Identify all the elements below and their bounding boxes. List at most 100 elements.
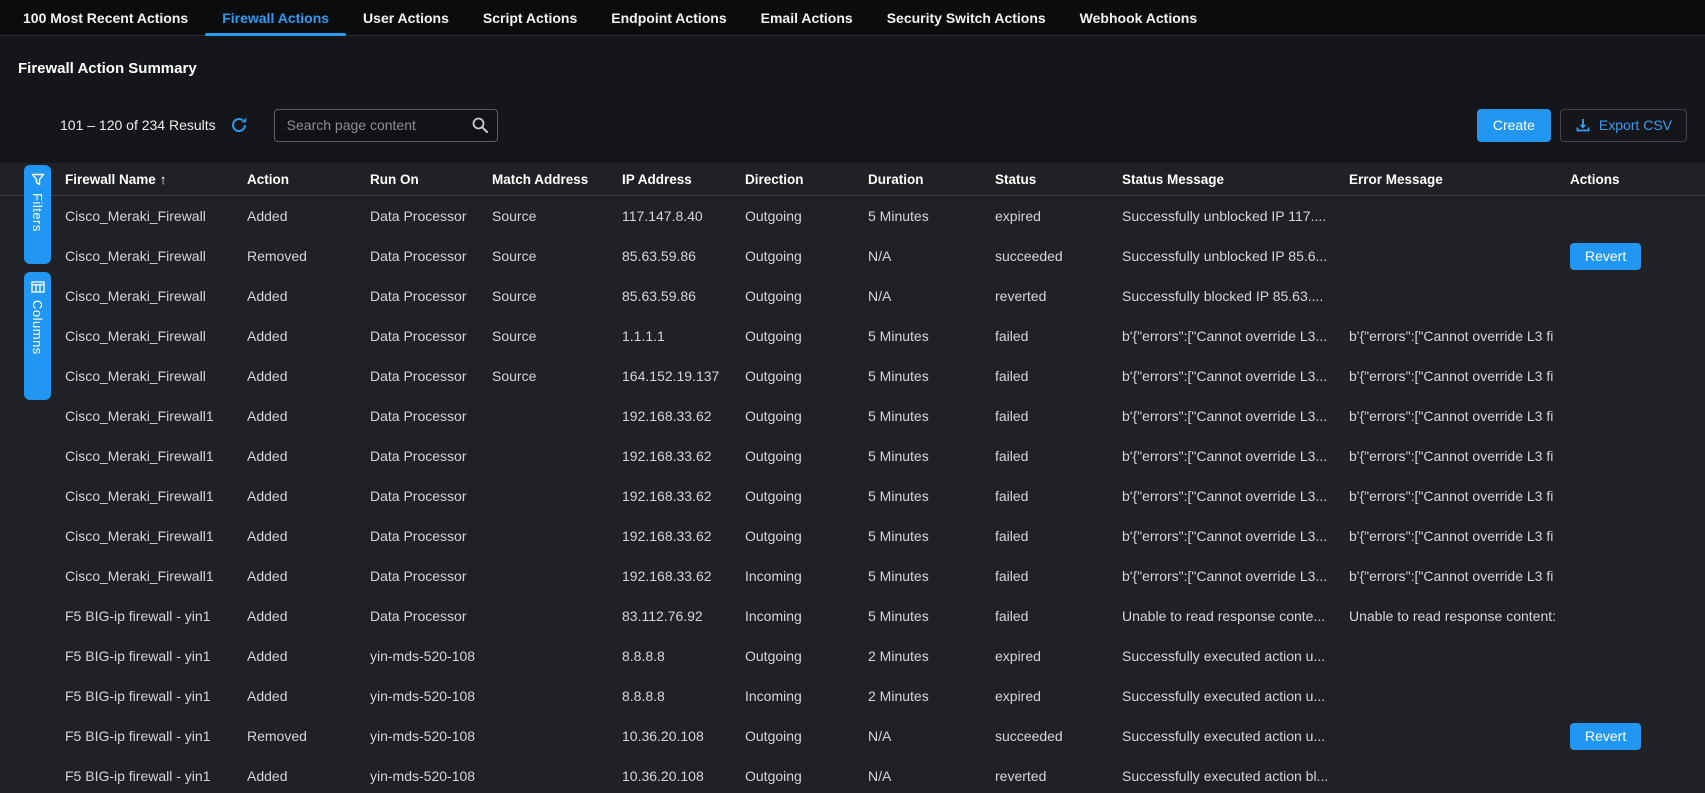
- table-row: Cisco_Meraki_Firewall Removed Data Proce…: [0, 236, 1705, 276]
- column-header-run-on[interactable]: Run On: [370, 172, 492, 187]
- cell-error-message: b'{"errors":["Cannot override L3 fi: [1349, 408, 1570, 424]
- cell-status: expired: [995, 208, 1122, 224]
- table-row: Cisco_Meraki_Firewall Added Data Process…: [0, 356, 1705, 396]
- cell-run-on: Data Processor: [370, 288, 492, 304]
- cell-direction: Outgoing: [745, 728, 868, 744]
- cell-status-message: b'{"errors":["Cannot override L3...: [1122, 528, 1349, 544]
- table-row: Cisco_Meraki_Firewall Added Data Process…: [0, 196, 1705, 236]
- cell-run-on: Data Processor: [370, 608, 492, 624]
- cell-status-message: Successfully executed action u...: [1122, 728, 1349, 744]
- column-header-status-message[interactable]: Status Message: [1122, 172, 1349, 187]
- cell-status-message: Unable to read response conte...: [1122, 608, 1349, 624]
- cell-action: Added: [247, 568, 370, 584]
- cell-duration: N/A: [868, 288, 995, 304]
- cell-status-message: Successfully blocked IP 85.63....: [1122, 288, 1349, 304]
- cell-firewall-name: Cisco_Meraki_Firewall: [65, 248, 247, 264]
- cell-run-on: yin-mds-520-108: [370, 648, 492, 664]
- column-header-actions: Actions: [1570, 172, 1705, 187]
- cell-firewall-name: Cisco_Meraki_Firewall1: [65, 448, 247, 464]
- cell-ip-address: 8.8.8.8: [622, 688, 745, 704]
- cell-action: Added: [247, 328, 370, 344]
- revert-button[interactable]: Revert: [1570, 243, 1641, 270]
- sidebar-tab-columns[interactable]: Columns: [24, 272, 51, 400]
- toolbar: 101 – 120 of 234 Results Create: [0, 108, 1705, 142]
- create-button[interactable]: Create: [1477, 109, 1551, 142]
- tab-firewall-actions[interactable]: Firewall Actions: [205, 0, 346, 35]
- results-count: 101 – 120 of 234 Results: [60, 117, 216, 133]
- export-csv-label: Export CSV: [1599, 117, 1672, 133]
- cell-direction: Outgoing: [745, 768, 868, 784]
- cell-duration: 5 Minutes: [868, 208, 995, 224]
- cell-run-on: yin-mds-520-108: [370, 728, 492, 744]
- column-header-direction[interactable]: Direction: [745, 172, 868, 187]
- cell-direction: Outgoing: [745, 288, 868, 304]
- cell-status: failed: [995, 488, 1122, 504]
- tab-100-most-recent-actions[interactable]: 100 Most Recent Actions: [6, 0, 205, 35]
- column-header-firewall-name[interactable]: Firewall Name ↑: [65, 172, 247, 187]
- tab-email-actions[interactable]: Email Actions: [744, 0, 870, 35]
- column-header-match-address[interactable]: Match Address: [492, 172, 622, 187]
- column-header-action[interactable]: Action: [247, 172, 370, 187]
- search-box: [274, 109, 498, 142]
- cell-firewall-name: F5 BIG-ip firewall - yin1: [65, 728, 247, 744]
- revert-button[interactable]: Revert: [1570, 723, 1641, 750]
- cell-duration: 5 Minutes: [868, 448, 995, 464]
- cell-firewall-name: Cisco_Meraki_Firewall: [65, 208, 247, 224]
- cell-ip-address: 192.168.33.62: [622, 448, 745, 464]
- cell-firewall-name: F5 BIG-ip firewall - yin1: [65, 608, 247, 624]
- cell-status: failed: [995, 608, 1122, 624]
- cell-duration: N/A: [868, 248, 995, 264]
- cell-direction: Incoming: [745, 608, 868, 624]
- cell-direction: Outgoing: [745, 368, 868, 384]
- tab-user-actions[interactable]: User Actions: [346, 0, 466, 35]
- table-row: F5 BIG-ip firewall - yin1 Added Data Pro…: [0, 596, 1705, 636]
- cell-action: Added: [247, 448, 370, 464]
- cell-direction: Outgoing: [745, 648, 868, 664]
- cell-direction: Outgoing: [745, 448, 868, 464]
- sidebar-tab-filters-label: Filters: [30, 193, 45, 232]
- cell-status-message: Successfully executed action u...: [1122, 688, 1349, 704]
- cell-match-address: Source: [492, 208, 622, 224]
- cell-error-message: b'{"errors":["Cannot override L3 fi: [1349, 568, 1570, 584]
- top-nav: 100 Most Recent Actions Firewall Actions…: [0, 0, 1705, 36]
- tab-webhook-actions[interactable]: Webhook Actions: [1063, 0, 1214, 35]
- cell-ip-address: 85.63.59.86: [622, 248, 745, 264]
- cell-status-message: Successfully unblocked IP 117....: [1122, 208, 1349, 224]
- cell-status: failed: [995, 368, 1122, 384]
- tab-endpoint-actions[interactable]: Endpoint Actions: [594, 0, 743, 35]
- cell-error-message: b'{"errors":["Cannot override L3 fi: [1349, 328, 1570, 344]
- cell-status: failed: [995, 528, 1122, 544]
- search-icon[interactable]: [471, 116, 489, 134]
- cell-status: failed: [995, 448, 1122, 464]
- cell-firewall-name: Cisco_Meraki_Firewall1: [65, 568, 247, 584]
- search-input[interactable]: [274, 109, 498, 142]
- cell-run-on: Data Processor: [370, 248, 492, 264]
- column-header-error-message[interactable]: Error Message: [1349, 172, 1570, 187]
- table-header-row: Firewall Name ↑ Action Run On Match Addr…: [0, 163, 1705, 196]
- cell-run-on: Data Processor: [370, 328, 492, 344]
- cell-action: Added: [247, 368, 370, 384]
- cell-duration: 5 Minutes: [868, 488, 995, 504]
- cell-direction: Outgoing: [745, 328, 868, 344]
- column-header-duration[interactable]: Duration: [868, 172, 995, 187]
- column-header-status[interactable]: Status: [995, 172, 1122, 187]
- cell-error-message: b'{"errors":["Cannot override L3 fi: [1349, 488, 1570, 504]
- table-row: Cisco_Meraki_Firewall Added Data Process…: [0, 276, 1705, 316]
- cell-duration: 5 Minutes: [868, 528, 995, 544]
- tab-security-switch-actions[interactable]: Security Switch Actions: [870, 0, 1063, 35]
- export-csv-button[interactable]: Export CSV: [1560, 109, 1687, 142]
- cell-run-on: yin-mds-520-108: [370, 688, 492, 704]
- sidebar-tab-filters[interactable]: Filters: [24, 165, 51, 264]
- refresh-icon[interactable]: [230, 116, 248, 134]
- table-row: Cisco_Meraki_Firewall1 Added Data Proces…: [0, 396, 1705, 436]
- tab-script-actions[interactable]: Script Actions: [466, 0, 594, 35]
- cell-ip-address: 192.168.33.62: [622, 568, 745, 584]
- cell-error-message: b'{"errors":["Cannot override L3 fi: [1349, 368, 1570, 384]
- table-row: Cisco_Meraki_Firewall1 Added Data Proces…: [0, 556, 1705, 596]
- cell-duration: 5 Minutes: [868, 608, 995, 624]
- column-header-ip-address[interactable]: IP Address: [622, 172, 745, 187]
- cell-status-message: b'{"errors":["Cannot override L3...: [1122, 568, 1349, 584]
- cell-action: Added: [247, 488, 370, 504]
- firewall-actions-table: Firewall Name ↑ Action Run On Match Addr…: [0, 163, 1705, 793]
- cell-action: Added: [247, 288, 370, 304]
